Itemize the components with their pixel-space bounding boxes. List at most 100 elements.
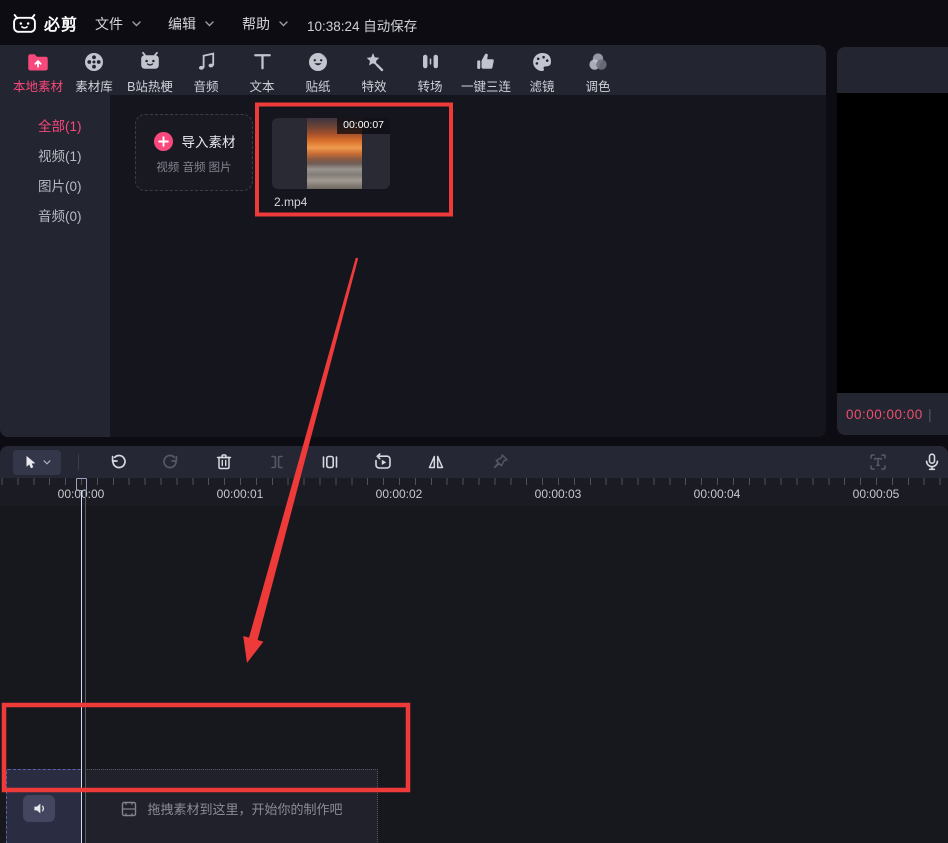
timeline-tracks-area: 拖拽素材到这里，开始你的制作吧: [0, 506, 948, 843]
chevron-down-icon: [279, 21, 288, 27]
sidebar-item-image[interactable]: 图片(0): [0, 172, 110, 202]
palette-icon: [530, 49, 554, 75]
ruler-label-5s: 00:00:05: [853, 487, 900, 501]
playback-timecode: 00:00:00:00: [846, 407, 923, 422]
tab-label: 音频: [193, 76, 218, 95]
record-voice-button[interactable]: [922, 452, 942, 472]
import-material-button[interactable]: 导入素材 视频 音频 图片: [135, 114, 253, 191]
tab-stickers[interactable]: 贴纸: [290, 45, 346, 95]
autosave-status: 10:38:24 自动保存: [307, 15, 417, 35]
filter-sidebar: 全部(1) 视频(1) 图片(0) 音频(0): [0, 95, 110, 437]
speaker-icon: [31, 800, 48, 817]
text-recognition-button[interactable]: [868, 452, 888, 472]
menu-edit[interactable]: 编辑: [168, 14, 214, 34]
text-recognition-icon: [868, 452, 888, 472]
dropzone-hint: 拖拽素材到这里，开始你的制作吧: [147, 799, 342, 818]
chevron-down-icon: [205, 21, 214, 27]
tab-effects[interactable]: 特效: [346, 45, 402, 95]
tab-label: 特效: [361, 76, 386, 95]
materials-panel: 本地素材 素材库 B站热梗 音频: [0, 45, 826, 437]
reverse-play-icon: [373, 452, 393, 472]
sidebar-item-all[interactable]: 全部(1): [0, 112, 110, 142]
thumb-up-icon: [474, 49, 498, 75]
timecode-divider: |: [928, 406, 932, 422]
app-title: 必剪: [44, 11, 78, 35]
tab-label: 贴纸: [305, 76, 330, 95]
sticker-icon: [306, 49, 330, 75]
bijian-logo-icon: [12, 13, 37, 34]
transition-icon: [419, 49, 442, 75]
reverse-play-button[interactable]: [373, 452, 393, 472]
playhead-line-shadow: [85, 491, 86, 843]
menu-file[interactable]: 文件: [95, 14, 141, 34]
magic-star-icon: [362, 49, 386, 75]
delete-button[interactable]: [214, 452, 234, 472]
redo-icon: [161, 452, 181, 472]
freeze-frame-icon: [320, 452, 340, 472]
pin-icon: [490, 452, 510, 472]
undo-icon: [108, 452, 128, 472]
preview-video-viewport: [837, 93, 948, 393]
chevron-down-icon: [43, 460, 51, 465]
track-mute-button[interactable]: [23, 795, 55, 822]
timeline-dropzone[interactable]: 拖拽素材到这里，开始你的制作吧: [85, 769, 378, 843]
folder-upload-icon: [25, 49, 51, 75]
menu-bar: 必剪 文件 编辑 帮助 10:38:24 自动保存: [0, 0, 948, 45]
menu-help[interactable]: 帮助: [242, 14, 288, 34]
clip-filename: 2.mp4: [274, 195, 307, 209]
playhead-line[interactable]: [81, 491, 83, 843]
app-logo: 必剪: [12, 11, 78, 35]
tab-transitions[interactable]: 转场: [402, 45, 458, 95]
split-button[interactable]: [267, 452, 287, 472]
ruler-label-4s: 00:00:04: [694, 487, 741, 501]
ruler-label-3s: 00:00:03: [535, 487, 582, 501]
menu-help-label: 帮助: [242, 14, 270, 34]
tab-filters[interactable]: 滤镜: [514, 45, 570, 95]
tab-material-library[interactable]: 素材库: [66, 45, 122, 95]
tab-label: 滤镜: [529, 76, 554, 95]
tab-label: 一键三连: [461, 76, 511, 95]
tab-color-grading[interactable]: 调色: [570, 45, 626, 95]
tab-label: 文本: [249, 76, 274, 95]
mirror-flip-icon: [426, 452, 446, 472]
tab-label: 调色: [585, 76, 610, 95]
tab-audio[interactable]: 音频: [178, 45, 234, 95]
timeline-panel: 00:00:00 00:00:01 00:00:02 00:00:03 00:0…: [0, 446, 948, 843]
import-types-hint: 视频 音频 图片: [156, 159, 231, 175]
undo-button[interactable]: [108, 452, 128, 472]
preview-panel: 00:00:00:00 |: [837, 47, 948, 435]
materials-grid: 导入素材 视频 音频 图片 00:00:07 2.mp4: [110, 95, 826, 437]
redo-button[interactable]: [161, 452, 181, 472]
timeline-ruler[interactable]: 00:00:00 00:00:01 00:00:02 00:00:03 00:0…: [0, 478, 948, 506]
chevron-down-icon: [132, 21, 141, 27]
mirror-flip-button[interactable]: [426, 452, 446, 472]
freeze-frame-button[interactable]: [320, 452, 340, 472]
music-note-icon: [195, 49, 218, 75]
tab-bilibili-memes[interactable]: B站热梗: [122, 45, 178, 95]
tab-text[interactable]: 文本: [234, 45, 290, 95]
sidebar-item-audio[interactable]: 音频(0): [0, 202, 110, 232]
tab-local-materials[interactable]: 本地素材: [10, 45, 66, 95]
sidebar-item-video[interactable]: 视频(1): [0, 142, 110, 172]
film-reel-icon: [82, 49, 106, 75]
text-icon: [251, 49, 274, 75]
tab-label: B站热梗: [127, 76, 173, 95]
clip-duration-badge: 00:00:07: [337, 118, 390, 134]
category-tabbar: 本地素材 素材库 B站热梗 音频: [0, 45, 826, 95]
tab-triple-like[interactable]: 一键三连: [458, 45, 514, 95]
media-clip-card[interactable]: 00:00:07: [272, 118, 390, 189]
ruler-ticks: [0, 478, 948, 485]
tv-face-icon: [138, 49, 162, 75]
film-strip-icon: [120, 800, 138, 818]
microphone-icon: [922, 452, 942, 472]
tab-label: 转场: [417, 76, 442, 95]
plus-circle-icon: [153, 131, 174, 152]
select-tool-button[interactable]: [13, 450, 61, 475]
ruler-label-2s: 00:00:02: [376, 487, 423, 501]
timeline-toolbar: [0, 446, 948, 478]
track-header: [6, 769, 82, 843]
menu-edit-label: 编辑: [168, 14, 196, 34]
pin-button[interactable]: [490, 452, 510, 472]
playhead-handle[interactable]: [76, 478, 87, 491]
tab-label: 素材库: [75, 76, 113, 95]
